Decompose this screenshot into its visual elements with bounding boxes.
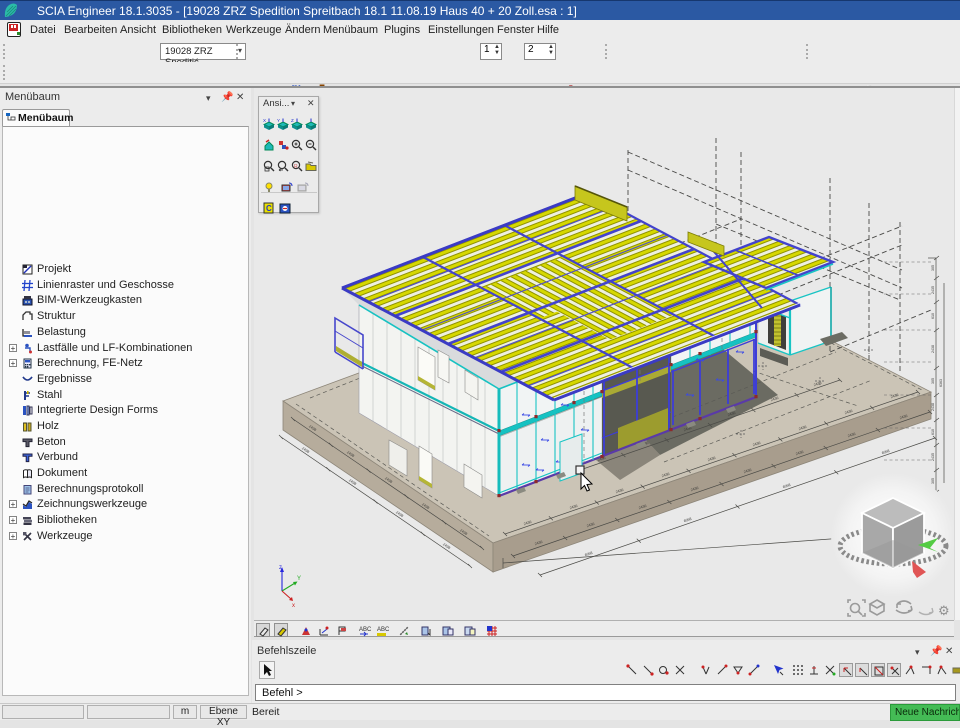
- svg-text:Z: Z: [291, 118, 294, 123]
- svg-text:z: z: [279, 565, 282, 571]
- svg-text:6363: 6363: [939, 379, 943, 387]
- svg-text:610: 610: [931, 313, 935, 319]
- svg-text:Y: Y: [297, 576, 301, 582]
- svg-text:610: 610: [931, 429, 935, 435]
- svg-text:C: C: [266, 204, 272, 213]
- svg-text:ABC: ABC: [377, 627, 389, 633]
- svg-text:305: 305: [931, 478, 935, 484]
- svg-text:2438: 2438: [931, 345, 935, 353]
- svg-text:X: X: [263, 118, 266, 123]
- svg-text:ABC: ABC: [359, 627, 371, 633]
- svg-text:2438: 2438: [931, 403, 935, 411]
- svg-text:Y: Y: [277, 118, 280, 123]
- svg-text:⚙: ⚙: [938, 603, 950, 618]
- svg-text:2435: 2435: [931, 453, 935, 461]
- svg-text:305: 305: [931, 265, 935, 271]
- svg-text:R: R: [294, 164, 298, 170]
- svg-text:305: 305: [931, 378, 935, 384]
- svg-text:2435: 2435: [931, 286, 935, 294]
- svg-text:x: x: [292, 603, 295, 609]
